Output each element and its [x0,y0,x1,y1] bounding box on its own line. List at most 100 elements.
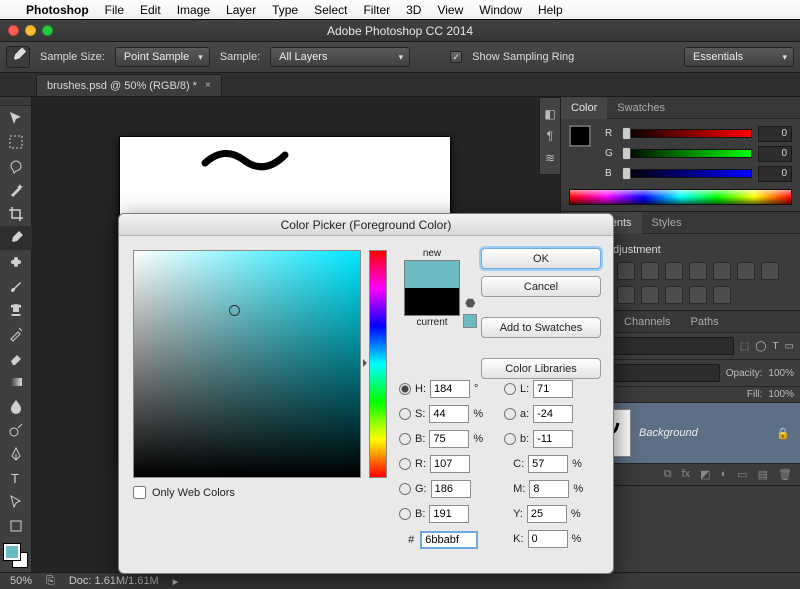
marquee-tool[interactable] [0,130,32,154]
bb-field[interactable] [533,430,573,448]
l-field[interactable] [533,380,573,398]
delete-layer-icon[interactable]: 🗑 [778,468,792,481]
tab-styles[interactable]: Styles [642,212,692,234]
bb-radio[interactable] [504,433,516,445]
tab-paths[interactable]: Paths [681,311,729,333]
path-selection-tool[interactable] [0,490,32,514]
c-field[interactable] [528,455,568,473]
menu-image[interactable]: Image [177,3,210,17]
r-field[interactable] [430,455,470,473]
show-sampling-ring-checkbox[interactable]: ✓ [450,51,462,63]
lasso-tool[interactable] [0,154,32,178]
bch-radio[interactable] [399,508,411,520]
b-radio[interactable] [399,433,411,445]
sample-dropdown[interactable]: All Layers [270,47,410,67]
layer-mask-icon[interactable]: ◩ [700,468,710,481]
bch-field[interactable] [429,505,469,523]
collapsed-panel-icon[interactable]: ≋ [542,150,558,166]
cancel-button[interactable]: Cancel [481,276,601,297]
menu-edit[interactable]: Edit [140,3,161,17]
only-web-colors-checkbox[interactable] [133,486,146,499]
menu-3d[interactable]: 3D [406,3,421,17]
sv-marker[interactable] [229,305,240,316]
adjustment-icon[interactable] [689,262,707,280]
foreground-background-color[interactable] [0,542,32,570]
menu-type[interactable]: Type [272,3,298,17]
move-tool[interactable] [0,106,32,130]
a-radio[interactable] [504,408,516,420]
opacity-value[interactable]: 100% [768,368,794,379]
menu-select[interactable]: Select [314,3,347,17]
k-field[interactable] [528,530,568,548]
crop-tool[interactable] [0,202,32,226]
new-current-swatch[interactable] [404,260,460,316]
healing-brush-tool[interactable] [0,250,32,274]
close-document-icon[interactable]: × [205,80,211,91]
fill-value[interactable]: 100% [768,389,794,400]
r-value[interactable]: 0 [758,126,792,142]
collapsed-panel-icon[interactable]: ◧ [542,106,558,122]
history-brush-tool[interactable] [0,322,32,346]
menu-window[interactable]: Window [479,3,522,17]
sample-size-dropdown[interactable]: Point Sample [115,47,210,67]
link-layers-icon[interactable]: ⧉ [664,468,672,481]
tab-channels[interactable]: Channels [614,311,680,333]
g-value[interactable]: 0 [758,146,792,162]
color-panel-foreground-swatch[interactable] [569,125,591,147]
zoom-level[interactable]: 50% [10,575,32,587]
adjustment-icon[interactable] [713,262,731,280]
eyedropper-tool-icon[interactable] [6,46,30,68]
dodge-tool[interactable] [0,418,32,442]
a-field[interactable] [533,405,573,423]
adjustment-icon[interactable] [665,286,683,304]
g-field[interactable] [431,480,471,498]
zoom-window-button[interactable] [42,25,53,36]
b-field[interactable] [429,430,469,448]
adjustment-icon[interactable] [665,262,683,280]
layer-fx-icon[interactable]: fx [682,468,691,481]
h-radio[interactable] [399,383,411,395]
s-radio[interactable] [399,408,411,420]
y-field[interactable] [527,505,567,523]
close-window-button[interactable] [8,25,19,36]
adjustment-icon[interactable] [641,286,659,304]
gradient-tool[interactable] [0,370,32,394]
g-radio[interactable] [399,483,411,495]
hue-slider-handle[interactable] [363,359,369,367]
b-value[interactable]: 0 [758,166,792,182]
adjustment-icon[interactable] [713,286,731,304]
adjustment-icon[interactable] [641,262,659,280]
add-to-swatches-button[interactable]: Add to Swatches [481,317,601,338]
menu-view[interactable]: View [437,3,463,17]
color-spectrum[interactable] [569,189,792,205]
hue-slider[interactable] [369,250,387,478]
magic-wand-tool[interactable] [0,178,32,202]
menu-file[interactable]: File [105,3,124,17]
collapsed-panel-icon[interactable]: ¶ [542,128,558,144]
tab-swatches[interactable]: Swatches [607,97,675,119]
menu-photoshop[interactable]: Photoshop [26,3,89,17]
m-field[interactable] [529,480,569,498]
clone-stamp-tool[interactable] [0,298,32,322]
brush-tool[interactable] [0,274,32,298]
saturation-value-field[interactable] [133,250,361,478]
b-slider[interactable] [623,169,752,178]
type-tool[interactable]: T [0,466,32,490]
adjustment-icon[interactable] [617,262,635,280]
new-group-icon[interactable]: ▭ [737,468,747,481]
workspace-dropdown[interactable]: Essentials [684,47,794,67]
adjustment-icon[interactable] [689,286,707,304]
new-layer-icon[interactable]: ▤ [758,468,768,481]
r-slider[interactable] [623,129,752,138]
new-fill-icon[interactable]: ◐ [721,468,728,481]
eyedropper-tool[interactable] [0,226,32,250]
h-field[interactable] [430,380,470,398]
websafe-swatch[interactable] [463,314,477,328]
tab-color[interactable]: Color [561,97,607,119]
menu-layer[interactable]: Layer [226,3,256,17]
doc-size[interactable]: Doc: 1.61M/1.61M [69,575,159,587]
r-radio[interactable] [399,458,411,470]
adjustment-icon[interactable] [761,262,779,280]
l-radio[interactable] [504,383,516,395]
ok-button[interactable]: OK [481,248,601,269]
